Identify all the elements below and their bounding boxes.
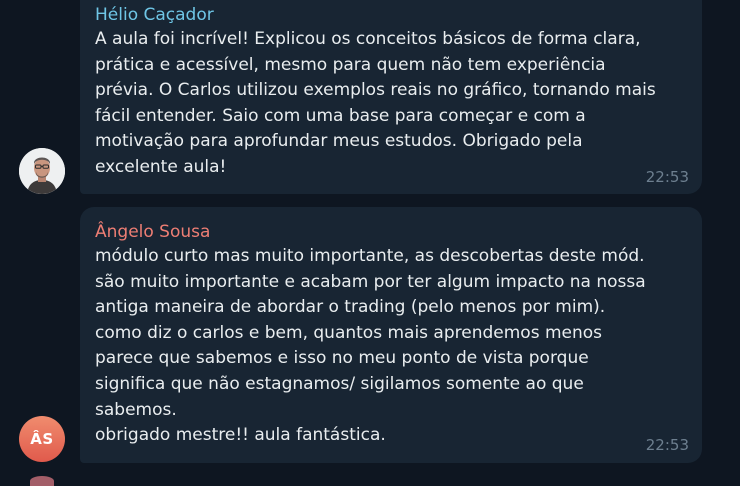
- avatar[interactable]: ÂS: [19, 416, 65, 462]
- message-sender-name[interactable]: Hélio Caçador: [95, 4, 688, 26]
- chat-message-list[interactable]: Hélio Caçador A aula foi incrível! Expli…: [0, 0, 740, 486]
- message-bubble[interactable]: Hélio Caçador A aula foi incrível! Expli…: [80, 0, 702, 194]
- message-text: módulo curto mas muito importante, as de…: [95, 246, 646, 446]
- avatar[interactable]: [19, 148, 65, 194]
- avatar-initials: ÂS: [30, 430, 54, 448]
- message-sender-name[interactable]: Ângelo Sousa: [95, 221, 688, 243]
- avatar[interactable]: [30, 476, 54, 486]
- user-photo-icon: [19, 148, 65, 194]
- message-timestamp: 22:53: [645, 168, 689, 186]
- message-text: A aula foi incrível! Explicou os conceit…: [95, 29, 656, 177]
- message-bubble[interactable]: Ângelo Sousa módulo curto mas muito impo…: [80, 207, 702, 463]
- message-timestamp: 22:53: [645, 436, 689, 454]
